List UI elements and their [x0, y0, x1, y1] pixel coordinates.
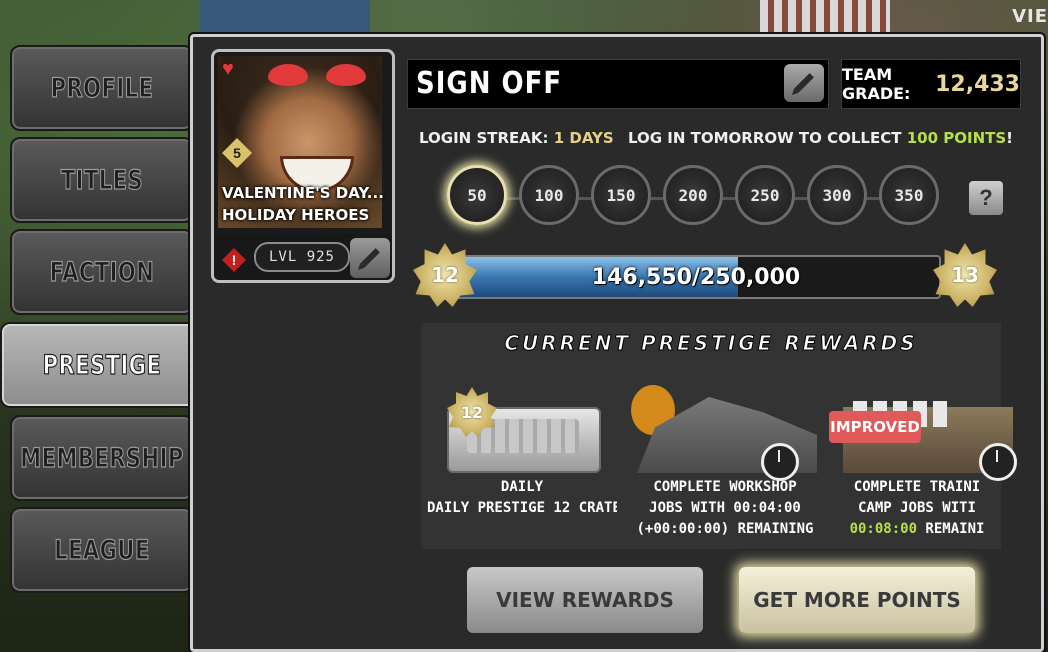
pencil-icon: [794, 73, 814, 93]
milestone-250: 250: [735, 165, 795, 225]
reward-extra-time: (+00:00:00): [636, 521, 730, 537]
reward-line2: JOBS WITH 00:04:00: [649, 500, 801, 516]
get-more-points-button[interactable]: GET MORE POINTS: [739, 567, 975, 633]
tab-faction[interactable]: FACTION: [10, 229, 194, 315]
reward-training-camp[interactable]: COMPLETE TRAINI CAMP JOBS WITI 00:08:00 …: [833, 367, 1017, 545]
star-rank-value: 5: [233, 145, 241, 161]
heart-icon: ♥: [222, 58, 234, 80]
character-card[interactable]: ♥ 5 VALENTINE'S DAY... HOLIDAY HEROES ! …: [211, 49, 395, 283]
workshop-image: [627, 367, 823, 481]
star-rank-badge: 5: [222, 138, 252, 168]
milestone-value: 300: [822, 185, 852, 205]
tab-label: LEAGUE: [54, 534, 150, 565]
team-grade-value: 12,433: [935, 71, 1020, 97]
tomorrow-prefix: LOG IN TOMORROW TO COLLECT: [627, 129, 902, 147]
milestone-value: 200: [678, 185, 708, 205]
reward-time-green: 00:08:00: [849, 521, 917, 537]
login-streak-label: LOGIN STREAK:: [419, 129, 549, 147]
milestone-100: 100: [519, 165, 579, 225]
milestone-350: 350: [879, 165, 939, 225]
team-grade: TEAM GRADE: 12,433: [841, 59, 1021, 109]
tab-label: MEMBERSHIP: [20, 442, 184, 473]
reward-line3: (+00:00:00) REMAINING: [627, 519, 823, 540]
heart-glasses: [268, 64, 368, 86]
tab-label: FACTION: [49, 256, 155, 287]
tomorrow-points: 100 POINTS: [906, 129, 1007, 147]
crate-image: 12: [427, 367, 617, 475]
next-level-badge: 13: [933, 243, 997, 307]
tomorrow-suffix: !: [1006, 129, 1013, 147]
tab-label: TITLES: [60, 164, 144, 195]
profile-panel: ♥ 5 VALENTINE'S DAY... HOLIDAY HEROES ! …: [190, 34, 1044, 652]
tomorrow-message: LOG IN TOMORROW TO COLLECT 100 POINTS!: [628, 129, 1013, 147]
prestige-progress-bar: 146,550/250,000: [451, 255, 941, 299]
tab-label: PRESTIGE: [42, 349, 162, 380]
milestone-150: 150: [591, 165, 651, 225]
reward-line1: COMPLETE TRAINI: [853, 479, 981, 495]
tab-titles[interactable]: TITLES: [10, 137, 194, 223]
reward-remaining: REMAINI: [917, 521, 985, 537]
tab-prestige[interactable]: PRESTIGE: [0, 322, 204, 408]
reward-workshop[interactable]: COMPLETE WORKSHOP JOBS WITH 00:04:00 (+0…: [627, 367, 823, 545]
card-footer: ! LVL 925: [214, 234, 392, 280]
team-grade-label: TEAM GRADE:: [842, 65, 911, 103]
reward-text: DAILY DAILY PRESTIGE 12 CRATE: [427, 477, 617, 519]
player-name: SIGN OFF: [416, 66, 563, 102]
milestone-value: 100: [534, 185, 564, 205]
login-streak-value: 1 DAYS: [553, 129, 614, 147]
rewards-title: CURRENT PRESTIGE REWARDS: [504, 331, 918, 356]
card-title-line2: HOLIDAY HEROES: [222, 206, 370, 224]
tab-label: PROFILE: [50, 72, 154, 103]
level-badge: LVL 925: [254, 242, 350, 272]
reward-line1: COMPLETE WORKSHOP: [653, 479, 797, 495]
edit-name-button[interactable]: [784, 64, 824, 102]
alert-icon: !: [222, 248, 246, 272]
background-fence: [760, 0, 890, 32]
reward-text: COMPLETE TRAINI CAMP JOBS WITI 00:08:00 …: [833, 477, 1001, 540]
milestone-value: 50: [467, 185, 487, 205]
milestone-200: 200: [663, 165, 723, 225]
tab-league[interactable]: LEAGUE: [10, 507, 194, 593]
edit-card-button[interactable]: [350, 238, 390, 278]
background-house: [200, 0, 370, 37]
progress-text: 146,550/250,000: [591, 264, 801, 290]
milestone-value: 150: [606, 185, 636, 205]
milestone-300: 300: [807, 165, 867, 225]
login-streak: LOGIN STREAK: 1 DAYS: [419, 129, 614, 147]
milestone-value: 250: [750, 185, 780, 205]
reward-line2: DAILY PRESTIGE 12 CRATE: [427, 500, 617, 516]
reward-text: COMPLETE WORKSHOP JOBS WITH 00:04:00 (+0…: [627, 477, 823, 540]
pencil-icon: [360, 248, 380, 268]
card-title: VALENTINE'S DAY... HOLIDAY HEROES: [218, 182, 386, 226]
tab-profile[interactable]: PROFILE: [10, 45, 194, 131]
help-button[interactable]: ?: [969, 181, 1003, 215]
tab-membership[interactable]: MEMBERSHIP: [10, 415, 194, 501]
player-name-bar: SIGN OFF: [407, 59, 829, 109]
clock-icon: [761, 443, 799, 481]
card-title-line1: VALENTINE'S DAY...: [222, 184, 384, 202]
background-corner-tab: VIE: [1012, 6, 1048, 27]
improved-badge: IMPROVED: [829, 411, 921, 443]
reward-line2: CAMP JOBS WITI: [857, 500, 976, 516]
reward-line3: 00:08:00 REMAINI: [833, 519, 1001, 540]
reward-daily-crate[interactable]: 12 DAILY DAILY PRESTIGE 12 CRATE: [427, 367, 617, 545]
reward-line1: DAILY: [500, 479, 544, 495]
milestone-value: 350: [894, 185, 924, 205]
rewards-section: CURRENT PRESTIGE REWARDS 12 DAILY DAILY …: [421, 323, 1017, 549]
milestone-50: 50: [447, 165, 507, 225]
view-rewards-button[interactable]: VIEW REWARDS: [467, 567, 703, 633]
clock-icon: [979, 443, 1017, 481]
reward-remaining: REMAINING: [729, 521, 814, 537]
